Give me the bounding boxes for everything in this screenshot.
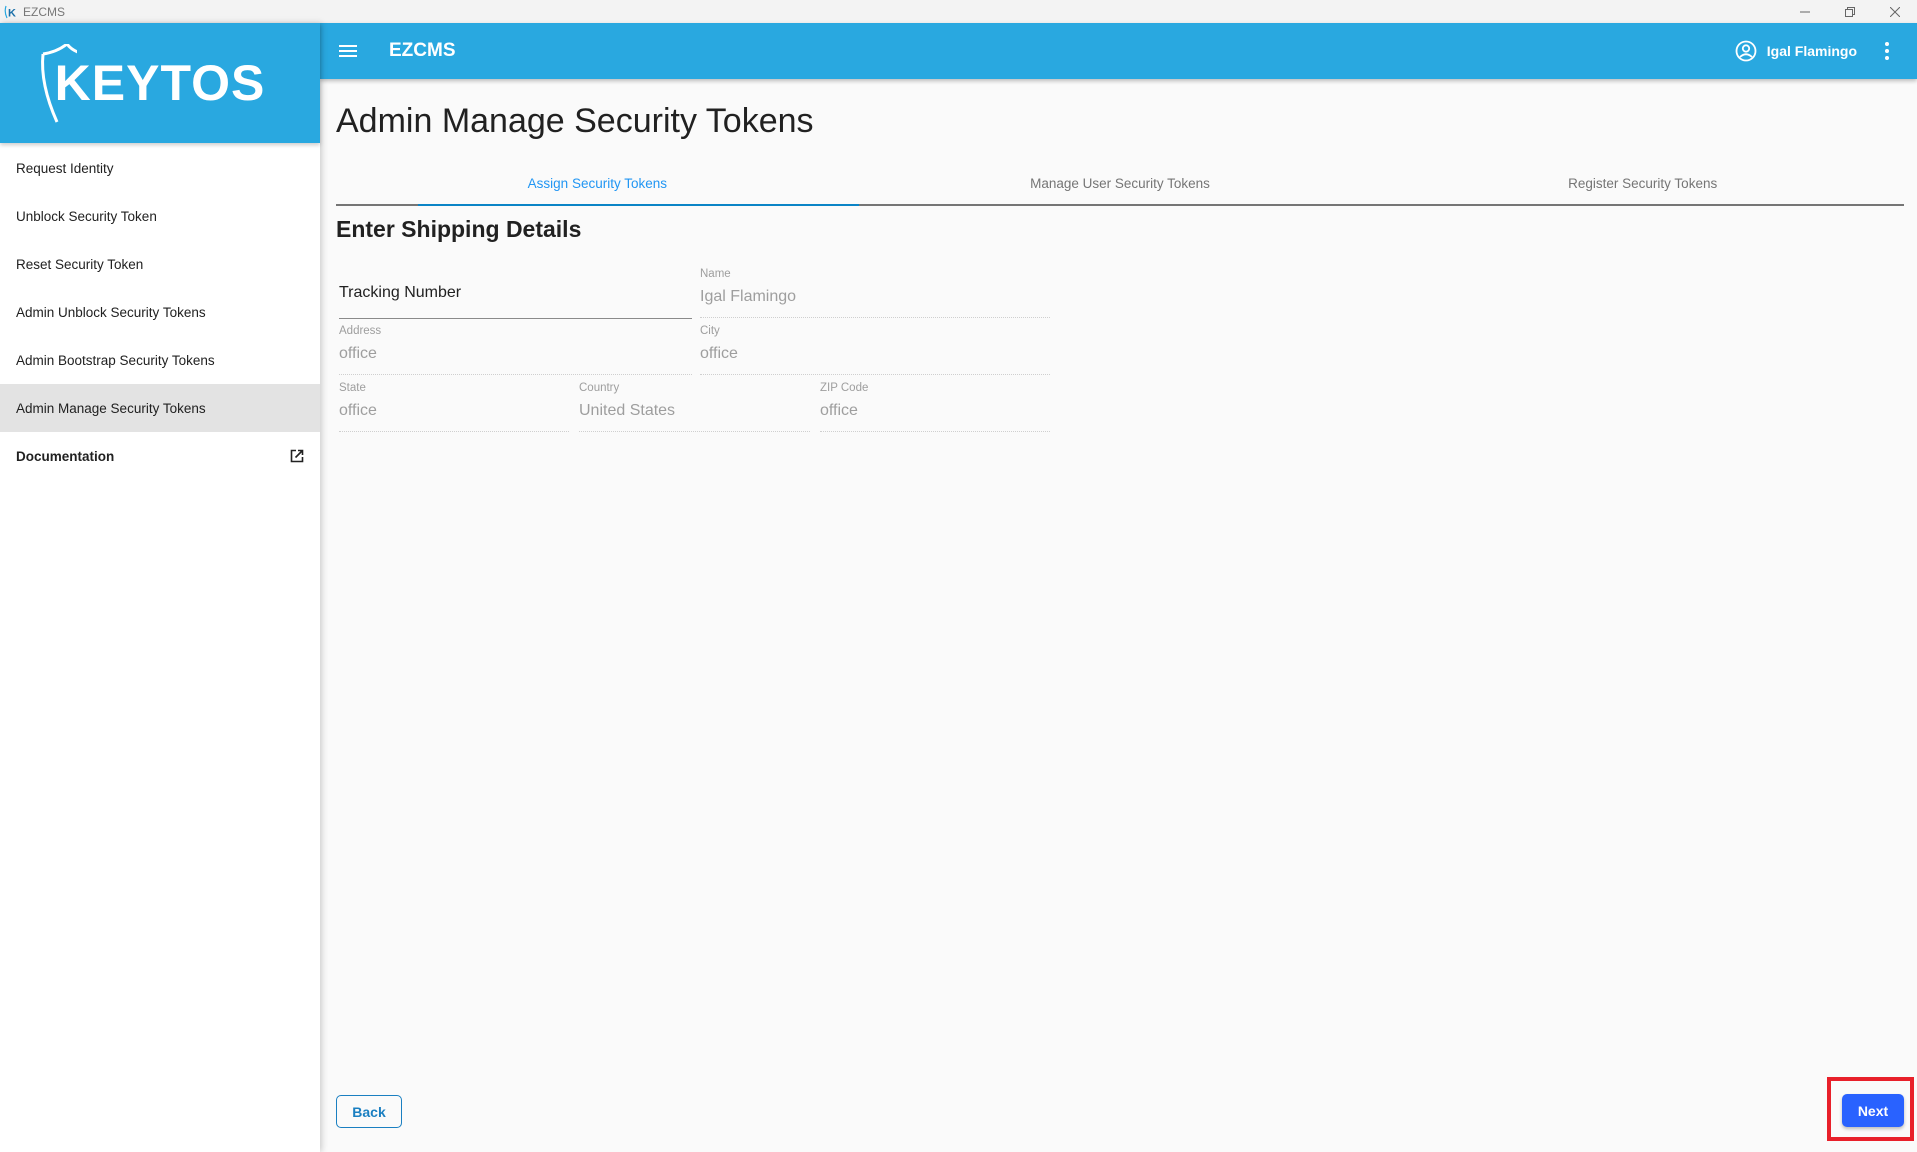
menu-button[interactable] (336, 39, 360, 63)
shield-icon (40, 44, 77, 123)
city-field: City office (700, 325, 1050, 375)
tab-label: Manage User Security Tokens (1030, 176, 1210, 191)
restore-button[interactable] (1827, 0, 1872, 23)
address-field: Address office (339, 325, 692, 375)
svg-text:K: K (8, 7, 16, 19)
page-title: Admin Manage Security Tokens (336, 102, 814, 140)
name-field: Name Igal Flamingo (700, 268, 1050, 318)
minimize-icon (1799, 11, 1810, 12)
zip-code-label: ZIP Code (820, 382, 869, 394)
sidebar-item-unblock-security-token[interactable]: Unblock Security Token (0, 192, 320, 240)
more-options-button[interactable] (1875, 39, 1899, 63)
user-menu-button[interactable]: Igal Flamingo (1735, 23, 1857, 79)
sidebar-item-admin-manage-security-tokens[interactable]: Admin Manage Security Tokens (0, 384, 320, 432)
sidebar: KEYTOS Request Identity Unblock Security… (0, 23, 320, 1152)
close-button[interactable] (1872, 0, 1917, 23)
tracking-number-field[interactable] (339, 282, 692, 319)
name-value: Igal Flamingo (700, 288, 797, 305)
city-label: City (700, 325, 720, 337)
address-label: Address (339, 325, 382, 337)
sidebar-item-request-identity[interactable]: Request Identity (0, 144, 320, 192)
tab-label: Register Security Tokens (1568, 176, 1718, 191)
user-name: Igal Flamingo (1766, 43, 1857, 59)
window-title: EZCMS (23, 4, 65, 19)
tab-register-security-tokens[interactable]: Register Security Tokens (1381, 163, 1904, 204)
state-label: State (339, 382, 366, 394)
hamburger-menu-icon (339, 45, 357, 57)
main-content: Admin Manage Security Tokens Assign Secu… (320, 79, 1917, 1152)
sidebar-item-label: Admin Bootstrap Security Tokens (16, 352, 215, 368)
zip-code-value: office (820, 402, 858, 419)
more-vertical-icon (1885, 42, 1889, 60)
address-value: office (339, 345, 377, 362)
brand-header: KEYTOS (0, 23, 320, 143)
sidebar-nav: Request Identity Unblock Security Token … (0, 143, 320, 480)
sidebar-item-label: Admin Unblock Security Tokens (16, 304, 206, 320)
close-icon (1889, 6, 1900, 17)
tab-manage-user-security-tokens[interactable]: Manage User Security Tokens (859, 163, 1382, 204)
next-button[interactable]: Next (1842, 1094, 1904, 1127)
zip-code-field: ZIP Code office (820, 382, 1050, 432)
app-title: EZCMS (389, 40, 456, 61)
sidebar-item-label: Unblock Security Token (16, 208, 157, 224)
sidebar-item-label: Admin Manage Security Tokens (16, 400, 206, 416)
restore-icon (1844, 6, 1855, 17)
country-label: Country (579, 382, 620, 394)
sidebar-item-documentation[interactable]: Documentation (0, 432, 320, 480)
country-value: United States (579, 402, 676, 419)
window-title-bar: K EZCMS (0, 0, 1917, 23)
state-value: office (339, 402, 377, 419)
sidebar-item-admin-bootstrap-security-tokens[interactable]: Admin Bootstrap Security Tokens (0, 336, 320, 384)
sidebar-item-label: Request Identity (16, 160, 114, 176)
brand-name: KEYTOS (54, 55, 266, 111)
sidebar-item-admin-unblock-security-tokens[interactable]: Admin Unblock Security Tokens (0, 288, 320, 336)
account-circle-icon (1735, 40, 1757, 62)
name-label: Name (700, 268, 731, 280)
open-in-new-icon (290, 449, 304, 463)
section-title: Enter Shipping Details (336, 216, 582, 242)
country-field: Country United States (579, 382, 810, 432)
back-button[interactable]: Back (336, 1095, 402, 1128)
app-bar: EZCMS Igal Flamingo (320, 23, 1917, 79)
keytos-logo: KEYTOS (40, 44, 266, 123)
state-field: State office (339, 382, 569, 432)
sidebar-item-label: Documentation (16, 448, 115, 464)
tracking-number-input[interactable] (339, 284, 692, 302)
city-value: office (700, 345, 738, 362)
tab-assign-security-tokens[interactable]: Assign Security Tokens (336, 163, 859, 206)
app-logo-icon: K (3, 4, 19, 20)
tab-label: Assign Security Tokens (527, 176, 667, 191)
sidebar-item-label: Reset Security Token (16, 256, 144, 272)
minimize-button[interactable] (1782, 0, 1827, 23)
sidebar-item-reset-security-token[interactable]: Reset Security Token (0, 240, 320, 288)
tab-bar: Assign Security Tokens Manage User Secur… (336, 163, 1904, 206)
